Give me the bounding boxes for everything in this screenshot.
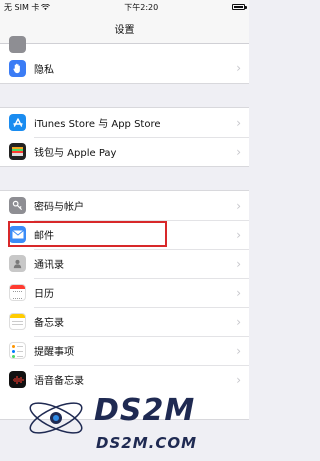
hand-icon	[9, 59, 26, 77]
chevron-right-icon: ›	[236, 285, 241, 300]
calendar-icon	[9, 284, 26, 301]
settings-group-store: iTunes Store 与 App Store › 钱包与 Apple Pay…	[0, 107, 249, 167]
reminders-icon	[9, 342, 26, 359]
row-label-itunes: iTunes Store 与 App Store	[34, 119, 161, 130]
key-icon	[9, 197, 26, 214]
wallet-icon	[9, 143, 26, 160]
cutoff-icon	[9, 36, 26, 53]
status-bar: 无 SIM 卡 下午2:20	[0, 0, 249, 14]
svg-text:DS2M: DS2M	[94, 393, 195, 428]
wifi-icon	[41, 3, 51, 10]
row-label-contacts: 通讯录	[34, 260, 64, 271]
watermark-logo: DS2M DS2M.COM	[29, 393, 197, 452]
chevron-right-icon: ›	[236, 61, 241, 75]
chevron-right-icon: ›	[236, 256, 241, 271]
chevron-right-icon: ›	[236, 227, 241, 242]
status-time: 下午2:20	[124, 2, 159, 12]
battery-icon	[232, 4, 247, 10]
row-label-calendar: 日历	[34, 289, 54, 300]
app-store-icon	[9, 114, 26, 131]
chevron-right-icon: ›	[236, 314, 241, 329]
chevron-right-icon: ›	[236, 144, 241, 159]
chevron-right-icon: ›	[236, 343, 241, 358]
row-privacy[interactable]: 隐私 ›	[0, 53, 249, 83]
row-contacts[interactable]: 通讯录 ›	[0, 249, 249, 278]
row-label-passwords: 密码与帐户	[34, 202, 84, 213]
chevron-right-icon: ›	[236, 198, 241, 213]
row-label-privacy: 隐私	[34, 64, 54, 76]
page-title: 设置	[114, 25, 135, 36]
settings-group-privacy: 隐私 ›	[0, 36, 249, 84]
row-reminders[interactable]: 提醒事项 ›	[0, 336, 249, 365]
notes-icon	[9, 313, 26, 330]
row-wallet[interactable]: 钱包与 Apple Pay ›	[0, 137, 249, 166]
row-label-wallet: 钱包与 Apple Pay	[34, 148, 117, 159]
contacts-icon	[9, 255, 26, 272]
nav-bar: 设置	[0, 14, 249, 44]
row-passwords[interactable]: 密码与帐户 ›	[0, 191, 249, 220]
carrier-text: 无 SIM 卡	[4, 2, 40, 12]
watermark: DS2M DS2M.COM	[0, 376, 249, 457]
row-label-notes: 备忘录	[34, 318, 64, 329]
row-notes[interactable]: 备忘录 ›	[0, 307, 249, 336]
chevron-right-icon: ›	[236, 115, 241, 130]
row-itunes-appstore[interactable]: iTunes Store 与 App Store ›	[0, 108, 249, 137]
cutoff-row	[0, 36, 249, 53]
svg-text:DS2M.COM: DS2M.COM	[96, 434, 197, 452]
row-label-reminders: 提醒事项	[34, 347, 74, 358]
highlight-box	[8, 221, 167, 247]
row-calendar[interactable]: 日历 ›	[0, 278, 249, 307]
